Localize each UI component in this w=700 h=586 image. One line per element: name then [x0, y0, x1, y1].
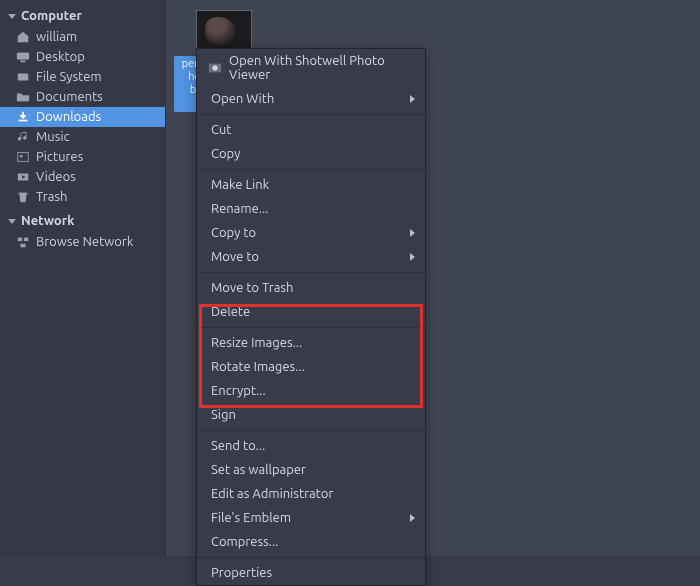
sidebar-item-label: Trash [36, 190, 67, 204]
menu-label: Copy to [211, 226, 256, 240]
music-icon [16, 130, 30, 144]
trash-icon [16, 190, 30, 204]
menu-open-with-shotwell[interactable]: Open With Shotwell Photo Viewer [197, 49, 425, 87]
videos-icon [16, 170, 30, 184]
menu-move-to-trash[interactable]: Move to Trash [197, 276, 425, 300]
sidebar-item-label: Desktop [36, 50, 85, 64]
menu-label: Rotate Images... [211, 360, 305, 374]
menu-label: Make Link [211, 178, 269, 192]
sidebar-item-label: Downloads [36, 110, 101, 124]
menu-label: Properties [211, 566, 272, 580]
sidebar-item-william[interactable]: william [0, 27, 165, 47]
sidebar-item-desktop[interactable]: Desktop [0, 47, 165, 67]
sidebar-section-network[interactable]: Network [0, 211, 165, 232]
menu-sign[interactable]: Sign [197, 403, 425, 427]
network-icon [16, 235, 30, 249]
menu-properties[interactable]: Properties [197, 561, 425, 585]
sidebar-item-documents[interactable]: Documents [0, 87, 165, 107]
menu-separator [197, 114, 425, 115]
menu-label: Rename... [211, 202, 268, 216]
menu-label: Open With Shotwell Photo Viewer [229, 54, 397, 82]
menu-label: Open With [211, 92, 274, 106]
sidebar-item-trash[interactable]: Trash [0, 187, 165, 207]
menu-copy[interactable]: Copy [197, 142, 425, 166]
menu-label: Cut [211, 123, 231, 137]
menu-separator [197, 327, 425, 328]
folder-icon [16, 90, 30, 104]
menu-rotate-images[interactable]: Rotate Images... [197, 355, 425, 379]
sidebar-item-filesystem[interactable]: File System [0, 67, 165, 87]
sidebar-item-label: Music [36, 130, 70, 144]
menu-label: File's Emblem [211, 511, 291, 525]
menu-label: Resize Images... [211, 336, 302, 350]
menu-open-with[interactable]: Open With [197, 87, 425, 111]
menu-separator [197, 169, 425, 170]
menu-copy-to[interactable]: Copy to [197, 221, 425, 245]
menu-delete[interactable]: Delete [197, 300, 425, 324]
disk-icon [16, 70, 30, 84]
sidebar-item-browse-network[interactable]: Browse Network [0, 232, 165, 252]
sidebar-item-label: Documents [36, 90, 103, 104]
menu-move-to[interactable]: Move to [197, 245, 425, 269]
sidebar-item-pictures[interactable]: Pictures [0, 147, 165, 167]
menu-label: Move to [211, 250, 259, 264]
menu-files-emblem[interactable]: File's Emblem [197, 506, 425, 530]
chevron-right-icon [410, 229, 415, 237]
menu-label: Sign [211, 408, 236, 422]
chevron-right-icon [410, 253, 415, 261]
menu-label: Compress... [211, 535, 278, 549]
pictures-icon [16, 150, 30, 164]
sidebar-section-computer[interactable]: Computer [0, 6, 165, 27]
download-icon [16, 110, 30, 124]
menu-send-to[interactable]: Send to... [197, 434, 425, 458]
sidebar-item-label: File System [36, 70, 102, 84]
home-icon [16, 30, 30, 44]
menu-edit-as-admin[interactable]: Edit as Administrator [197, 482, 425, 506]
shotwell-icon [207, 61, 222, 76]
sidebar-item-downloads[interactable]: Downloads [0, 107, 165, 127]
menu-separator [197, 430, 425, 431]
menu-separator [197, 557, 425, 558]
section-label: Computer [21, 9, 82, 23]
menu-cut[interactable]: Cut [197, 118, 425, 142]
desktop-icon [16, 50, 30, 64]
sidebar-item-label: Browse Network [36, 235, 133, 249]
menu-rename[interactable]: Rename... [197, 197, 425, 221]
sidebar-item-music[interactable]: Music [0, 127, 165, 147]
menu-encrypt[interactable]: Encrypt... [197, 379, 425, 403]
menu-label: Edit as Administrator [211, 487, 333, 501]
menu-compress[interactable]: Compress... [197, 530, 425, 554]
sidebar-item-videos[interactable]: Videos [0, 167, 165, 187]
section-label: Network [21, 214, 74, 228]
expand-icon [8, 219, 16, 224]
menu-make-link[interactable]: Make Link [197, 173, 425, 197]
file-thumbnail [196, 10, 252, 52]
sidebar-item-label: william [36, 30, 77, 44]
menu-label: Send to... [211, 439, 265, 453]
menu-label: Encrypt... [211, 384, 266, 398]
menu-resize-images[interactable]: Resize Images... [197, 331, 425, 355]
menu-label: Set as wallpaper [211, 463, 306, 477]
chevron-right-icon [410, 95, 415, 103]
menu-label: Copy [211, 147, 240, 161]
chevron-right-icon [410, 514, 415, 522]
context-menu: Open With Shotwell Photo Viewer Open Wit… [196, 48, 426, 586]
menu-set-wallpaper[interactable]: Set as wallpaper [197, 458, 425, 482]
sidebar-item-label: Videos [36, 170, 76, 184]
sidebar-item-label: Pictures [36, 150, 83, 164]
menu-label: Move to Trash [211, 281, 293, 295]
expand-icon [8, 14, 16, 19]
places-sidebar: Computer william Desktop File System Doc… [0, 0, 166, 556]
menu-label: Delete [211, 305, 250, 319]
menu-separator [197, 272, 425, 273]
